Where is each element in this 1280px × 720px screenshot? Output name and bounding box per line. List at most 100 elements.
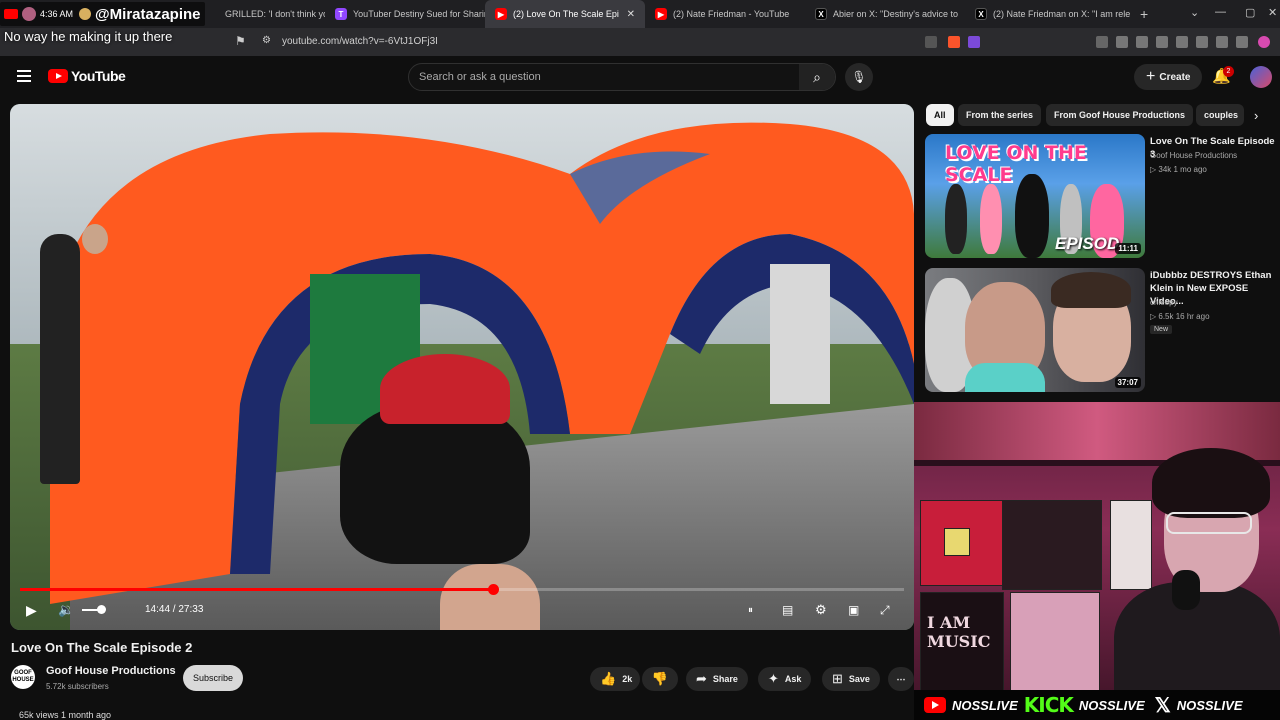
channel-name[interactable]: Goof House Productions — [46, 665, 176, 677]
browser-tab-1[interactable]: GRILLED: 'I don't think you — [215, 0, 325, 28]
recommendation-channel[interactable]: chleepy — [1150, 298, 1178, 307]
youtube-play-icon — [48, 69, 68, 83]
rewards-icon[interactable] — [968, 36, 980, 48]
plus-icon: + — [1146, 68, 1156, 85]
poster: I AM MUSIC — [920, 592, 1004, 692]
youtube-icon: ▶ — [495, 8, 507, 20]
settings-gear-icon[interactable]: ⚙ — [815, 600, 827, 620]
save-button[interactable]: ⊞ Save — [822, 667, 880, 691]
close-window-icon[interactable]: ✕ — [1268, 6, 1277, 19]
video-player[interactable]: ▶ 🔉 14:44 / 27:33 ⏸ ▤ ⚙ ▣ ⤢ — [10, 104, 914, 630]
x-icon: 𝕏 — [1154, 694, 1171, 717]
tab-list-icon[interactable]: ⌄ — [1190, 6, 1199, 19]
social-bar: NOSSLIVE KICK NOSSLIVE 𝕏 NOSSLIVE — [914, 690, 1280, 720]
browser-tab-6[interactable]: X (2) Nate Friedman on X: "I am relea — [965, 0, 1130, 28]
tab-label: (2) Nate Friedman - YouTube — [673, 9, 790, 19]
volume-icon[interactable]: 🔉 — [58, 600, 74, 620]
create-label: Create — [1159, 71, 1191, 83]
chip-from-the-series[interactable]: From the series — [958, 104, 1042, 126]
tab-label: GRILLED: 'I don't think you — [225, 9, 325, 19]
x-icon: X — [975, 8, 987, 20]
browser-tab-2[interactable]: T YouTuber Destiny Sued for Sharing — [325, 0, 485, 28]
miniplayer-icon[interactable]: ▣ — [848, 600, 859, 620]
music-icon[interactable] — [1156, 36, 1168, 48]
search-input[interactable]: Search or ask a question — [419, 71, 541, 83]
fullscreen-icon[interactable]: ⤢ — [880, 600, 890, 620]
sidebar-icon[interactable] — [1176, 36, 1188, 48]
microphone-icon[interactable]: 🎙 — [845, 63, 873, 91]
streamer-webcam: I AM MUSIC — [914, 402, 1280, 720]
browser-tab-4[interactable]: ▶ (2) Nate Friedman - YouTube — [645, 0, 805, 28]
cast-icon[interactable] — [925, 36, 937, 48]
subscribe-button[interactable]: Subscribe — [183, 665, 244, 691]
browser-tab-5[interactable]: X Abier on X: "Destiny's advice to — [805, 0, 965, 28]
youtube-icon: ▶ — [655, 8, 667, 20]
url-field[interactable]: youtube.com/watch?v=-6VtJ1OFj3I — [282, 36, 438, 47]
thumbnail-subtitle-art: EPISOD — [1055, 234, 1120, 253]
account-avatar[interactable] — [1250, 66, 1272, 88]
shield-icon[interactable] — [1236, 36, 1248, 48]
browser-tab-active[interactable]: ▶ (2) Love On The Scale Episode ✕ — [485, 0, 645, 28]
autoplay-icon[interactable]: ⏸ — [748, 600, 753, 620]
recommendation-channel[interactable]: Goof House Productions — [1150, 151, 1237, 160]
extension-icon[interactable] — [1096, 36, 1108, 48]
chip-couples[interactable]: couples — [1196, 104, 1244, 126]
chat-user-overlay: 4:36 AM @Miratazapine — [0, 2, 205, 26]
close-tab-icon[interactable]: ✕ — [627, 9, 635, 20]
save-label: Save — [848, 674, 870, 684]
badge-icon — [79, 8, 92, 20]
create-button[interactable]: + Create — [1134, 64, 1203, 90]
volume-knob[interactable] — [97, 605, 106, 614]
recommendation-meta: ▷ 6.5k 16 hr ago — [1150, 312, 1210, 321]
puzzle-icon[interactable] — [1116, 36, 1128, 48]
bookmark-icon[interactable]: ⚑ — [235, 34, 246, 48]
thumbnail-title-art: LOVE ON THE SCALE — [945, 142, 1087, 186]
share-button[interactable]: ➦ Share — [686, 667, 748, 691]
progress-bar[interactable] — [20, 584, 904, 595]
menu-icon[interactable] — [17, 70, 31, 82]
download-icon[interactable] — [1136, 36, 1148, 48]
like-button[interactable]: 👍 2k — [590, 667, 640, 691]
chat-message: No way he making it up there — [4, 29, 173, 44]
search-box[interactable]: Search or ask a question ⌕ — [408, 63, 836, 91]
tab-label: (2) Nate Friedman on X: "I am relea — [993, 9, 1130, 19]
like-count: 2k — [622, 674, 633, 684]
recommendation-thumbnail[interactable]: 37:07 — [925, 268, 1145, 392]
new-tab-button[interactable]: + — [1130, 0, 1158, 28]
profile-icon[interactable] — [1258, 36, 1270, 48]
chat-avatar — [22, 7, 36, 21]
twitch-icon: T — [335, 8, 347, 20]
dislike-button[interactable]: 👎 — [642, 667, 678, 691]
restore-icon[interactable]: ▢ — [1245, 6, 1255, 19]
scrubber-handle[interactable] — [487, 584, 499, 595]
leo-icon[interactable] — [1216, 36, 1228, 48]
overlay-time: 4:36 AM — [40, 9, 74, 19]
chevron-right-icon[interactable]: › — [1254, 108, 1258, 123]
search-icon[interactable]: ⌕ — [799, 64, 835, 90]
captions-icon[interactable]: ▤ — [782, 600, 793, 620]
minimize-icon[interactable]: — — [1215, 6, 1226, 18]
more-icon: ⋯ — [896, 673, 906, 684]
bookmark-save-icon: ⊞ — [832, 671, 843, 686]
play-icon[interactable]: ▶ — [26, 600, 37, 620]
duration-badge: 37:07 — [1114, 377, 1141, 388]
ask-button[interactable]: ✦ Ask — [758, 667, 812, 691]
channel-avatar[interactable]: GOOF HOUSE — [11, 665, 35, 689]
brave-icon[interactable] — [948, 36, 960, 48]
youtube-logo[interactable]: YouTube — [48, 68, 126, 84]
contestant — [340, 404, 530, 564]
notification-badge: 2 — [1223, 66, 1234, 77]
x-handle: NOSSLIVE — [1176, 697, 1243, 713]
site-info-icon[interactable]: ⚙ — [262, 35, 271, 46]
chip-from-channel[interactable]: From Goof House Productions — [1046, 104, 1194, 126]
chip-all[interactable]: All — [926, 104, 954, 126]
progress-fill — [20, 588, 493, 591]
youtube-icon — [924, 697, 946, 713]
share-icon: ➦ — [696, 671, 707, 686]
more-actions-button[interactable]: ⋯ — [888, 667, 914, 691]
bystander — [40, 234, 80, 484]
thumbs-down-icon: 👎 — [651, 671, 669, 686]
recommendation-thumbnail[interactable]: LOVE ON THE SCALE EPISOD 11:11 — [925, 134, 1145, 258]
thumbs-up-icon: 👍 — [600, 671, 617, 686]
wallet-icon[interactable] — [1196, 36, 1208, 48]
